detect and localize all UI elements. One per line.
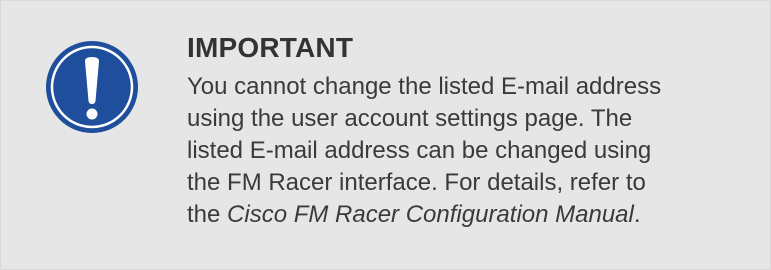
notice-line: the FM Racer interface. For details, ref… bbox=[187, 169, 646, 196]
important-notice: IMPORTANT You cannot change the listed E… bbox=[0, 0, 771, 270]
notice-line-suffix: . bbox=[633, 201, 641, 228]
notice-line-last: the Cisco FM Racer Configuration Manual. bbox=[187, 199, 747, 231]
notice-body: You cannot change the listed E-mail addr… bbox=[187, 71, 747, 231]
notice-line: using the user account settings page. Th… bbox=[187, 105, 633, 132]
exclamation-icon bbox=[46, 41, 138, 133]
notice-heading: IMPORTANT bbox=[187, 32, 354, 63]
notice-line: You cannot change the listed E-mail addr… bbox=[187, 73, 662, 100]
notice-content: IMPORTANT You cannot change the listed E… bbox=[187, 31, 747, 231]
manual-title: Cisco FM Racer Configuration Manual bbox=[227, 201, 634, 228]
notice-line-prefix: the bbox=[187, 201, 228, 228]
notice-line: listed E-mail address can be changed usi… bbox=[187, 137, 652, 164]
